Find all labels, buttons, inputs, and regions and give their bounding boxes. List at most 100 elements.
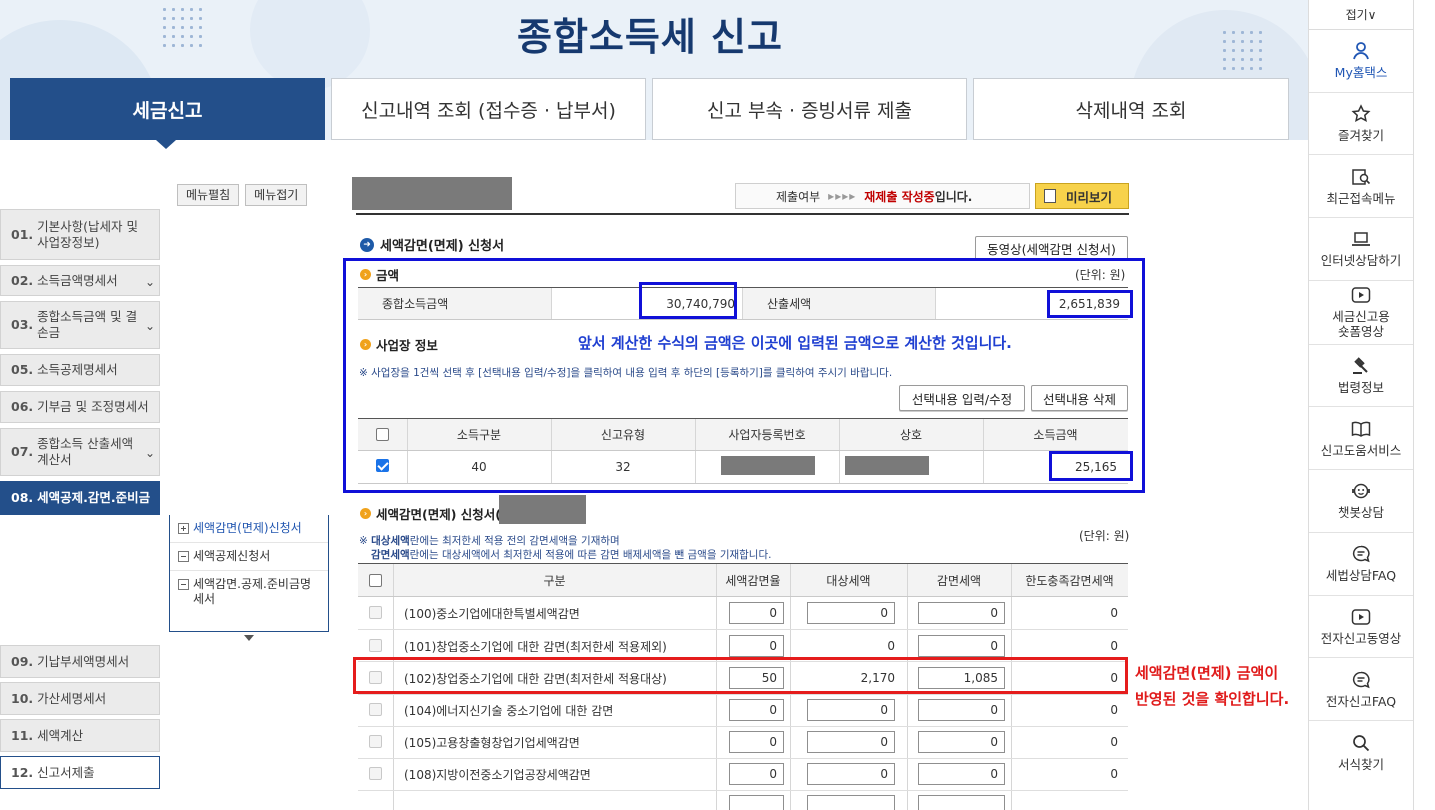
note-bold: 대상세액 xyxy=(371,535,410,547)
sidebar-item-09[interactable]: 09. 기납부세액명세서 xyxy=(0,645,160,678)
quick-form-search[interactable]: 서식찾기 xyxy=(1309,721,1413,784)
quick-law-info[interactable]: 법령정보 xyxy=(1309,345,1413,408)
preview-button[interactable]: 미리보기 xyxy=(1035,183,1129,209)
document-icon xyxy=(1044,189,1056,203)
target-tax-input[interactable]: 0 xyxy=(807,763,895,785)
quick-efiling-faq[interactable]: 전자신고FAQ xyxy=(1309,658,1413,721)
sidebar-controls: 메뉴펼침 메뉴접기 xyxy=(177,184,313,206)
sidebar-item-07[interactable]: 07. 종합소득 산출세액계산서 ⌄ xyxy=(0,428,160,476)
annotation-red-line2: 반영된 것을 확인합니다. xyxy=(1135,690,1290,708)
select-all-checkbox[interactable] xyxy=(369,574,382,587)
submission-status: 제출여부 ▸▸▸▸ 재제출 작성중 입니다. xyxy=(735,183,1030,209)
rate-input-partial[interactable] xyxy=(729,795,784,810)
quick-label: 세법상담FAQ xyxy=(1325,568,1397,584)
rate-input[interactable]: 0 xyxy=(729,731,784,753)
submenu-reserve-statement[interactable]: 세액감면.공제.준비금명세서 xyxy=(170,571,328,613)
sidebar-item-02[interactable]: 02. 소득금액명세서 ⌄ xyxy=(0,265,160,296)
row-checkbox[interactable] xyxy=(369,606,382,619)
play-icon xyxy=(1351,287,1371,303)
item-number: 01. xyxy=(11,226,34,242)
item-number: 07. xyxy=(11,444,34,459)
tab-report-history[interactable]: 신고내역 조회 (접수증 · 납부서) xyxy=(331,78,646,140)
limit-tax-value: 0 xyxy=(1110,735,1118,749)
redacted-block xyxy=(352,177,512,210)
reduced-tax-input[interactable]: 0 xyxy=(918,635,1005,657)
rate-input[interactable]: 0 xyxy=(729,763,784,785)
item-label: 가산세명세서 xyxy=(37,690,107,706)
sidebar-item-10[interactable]: 10. 가산세명세서 xyxy=(0,682,160,715)
quick-label: 챗봇상담 xyxy=(1337,505,1384,521)
main-tabs: 세금신고 신고내역 조회 (접수증 · 납부서) 신고 부속 · 증빙서류 제출… xyxy=(10,78,1290,140)
rate-input[interactable]: 0 xyxy=(729,635,784,657)
quick-label: 신고도움서비스 xyxy=(1320,442,1402,458)
menu-collapse-button[interactable]: 메뉴접기 xyxy=(245,184,308,206)
item-label: 소득금액명세서 xyxy=(37,272,118,288)
item-label: 기본사항(납세자 및 사업장정보) xyxy=(37,218,139,250)
quick-my-hometax[interactable]: My홈택스 xyxy=(1309,30,1413,93)
item-number: 08. xyxy=(11,490,34,505)
quick-label: 서식찾기 xyxy=(1337,756,1384,772)
quick-label: 전자신고FAQ xyxy=(1325,693,1397,709)
rate-input[interactable]: 0 xyxy=(729,699,784,721)
reduction-note-2: 감면세액란에는 대상세액에서 최저한세 적용에 따른 감면 배제세액을 뺀 금액… xyxy=(371,548,771,562)
annotation-red: 세액감면(면제) 금액이 반영된 것을 확인합니다. xyxy=(1135,660,1289,712)
reduced-tax-input[interactable]: 0 xyxy=(918,763,1005,785)
chevron-down-icon: ⌄ xyxy=(144,274,155,289)
submenu-tax-credit[interactable]: 세액공제신청서 xyxy=(170,543,328,571)
book-icon xyxy=(1351,421,1371,437)
sidebar-item-05[interactable]: 05. 소득공제명세서 xyxy=(0,354,160,386)
target-tax-input[interactable]: 0 xyxy=(807,602,895,624)
tab-attachment-submit[interactable]: 신고 부속 · 증빙서류 제출 xyxy=(652,78,967,140)
note-text: 란에는 대상세액에서 최저한세 적용에 따른 감면 배제세액을 뺀 금액을 기재… xyxy=(409,549,772,561)
row-category: (108)지방이전중소기업공장세액감면 xyxy=(404,768,591,782)
note-prefix: ※ xyxy=(359,535,372,547)
sidebar-item-08[interactable]: 08. 세액공제.감면.준비금 xyxy=(0,481,160,515)
sidebar-item-03[interactable]: 03. 종합소득금액 및 결손금 ⌄ xyxy=(0,301,160,349)
col-header-limit-tax: 한도충족감면세액 xyxy=(1025,573,1114,588)
sidebar-item-01[interactable]: 01. 기본사항(납세자 및 사업장정보) xyxy=(0,209,160,260)
menu-expand-button[interactable]: 메뉴펼침 xyxy=(177,184,240,206)
row-checkbox[interactable] xyxy=(369,703,382,716)
row-checkbox[interactable] xyxy=(369,767,382,780)
quick-shortform-video[interactable]: 세금신고용 숏폼영상 xyxy=(1309,281,1413,345)
row-checkbox[interactable] xyxy=(369,639,382,652)
sidebar-item-06[interactable]: 06. 기부금 및 조정명세서 xyxy=(0,391,160,423)
status-value: 재제출 작성중 xyxy=(864,189,935,204)
quick-favorites[interactable]: 즐겨찾기 xyxy=(1309,93,1413,156)
annotation-box-blue xyxy=(1047,290,1133,318)
tab-tax-report[interactable]: 세금신고 xyxy=(10,78,325,140)
status-suffix: 입니다. xyxy=(934,189,973,204)
person-icon xyxy=(1353,42,1369,60)
row-checkbox[interactable] xyxy=(369,735,382,748)
star-icon xyxy=(1351,104,1371,123)
reduced-tax-input[interactable]: 0 xyxy=(918,699,1005,721)
target-tax-input[interactable]: 0 xyxy=(807,731,895,753)
quick-tax-faq[interactable]: 세법상담FAQ xyxy=(1309,533,1413,596)
reduced-tax-input[interactable]: 0 xyxy=(918,731,1005,753)
tab-deleted-history[interactable]: 삭제내역 조회 xyxy=(973,78,1289,140)
target-tax-input-partial[interactable] xyxy=(807,795,895,810)
submenu-tax-reduction[interactable]: 세액감면(면제)신청서 xyxy=(170,515,328,543)
chat-icon xyxy=(1352,671,1370,688)
rate-input[interactable]: 0 xyxy=(729,602,784,624)
row-category: (105)고용창출형창업기업세액감면 xyxy=(404,736,580,750)
sidebar-item-11[interactable]: 11. 세액계산 xyxy=(0,719,160,752)
reduced-tax-input[interactable]: 0 xyxy=(918,602,1005,624)
reduced-tax-input-partial[interactable] xyxy=(918,795,1005,810)
item-number: 12. xyxy=(11,764,34,780)
quick-menu-fold-button[interactable]: 접기∨ xyxy=(1309,0,1413,30)
chevron-down-icon: ⌄ xyxy=(144,446,155,460)
limit-tax-value: 0 xyxy=(1110,767,1118,781)
quick-report-help[interactable]: 신고도움서비스 xyxy=(1309,407,1413,471)
quick-efiling-video[interactable]: 전자신고동영상 xyxy=(1309,596,1413,659)
sidebar-item-12[interactable]: 12. 신고서제출 xyxy=(0,756,160,789)
quick-chatbot[interactable]: 챗봇상담 xyxy=(1309,470,1413,533)
form-title-text: 세액감면(면제) 신청서 xyxy=(380,239,505,254)
video-guide-button[interactable]: 동영상(세액감면 신청서) xyxy=(975,236,1128,260)
bullet-icon: › xyxy=(360,508,371,519)
limit-tax-value: 0 xyxy=(1110,639,1118,653)
quick-recent-menu[interactable]: 최근접속메뉴 xyxy=(1309,155,1413,219)
quick-online-consult[interactable]: 인터넷상담하기 xyxy=(1309,218,1413,281)
scroll-down-arrow-icon[interactable] xyxy=(244,635,254,641)
target-tax-input[interactable]: 0 xyxy=(807,699,895,721)
